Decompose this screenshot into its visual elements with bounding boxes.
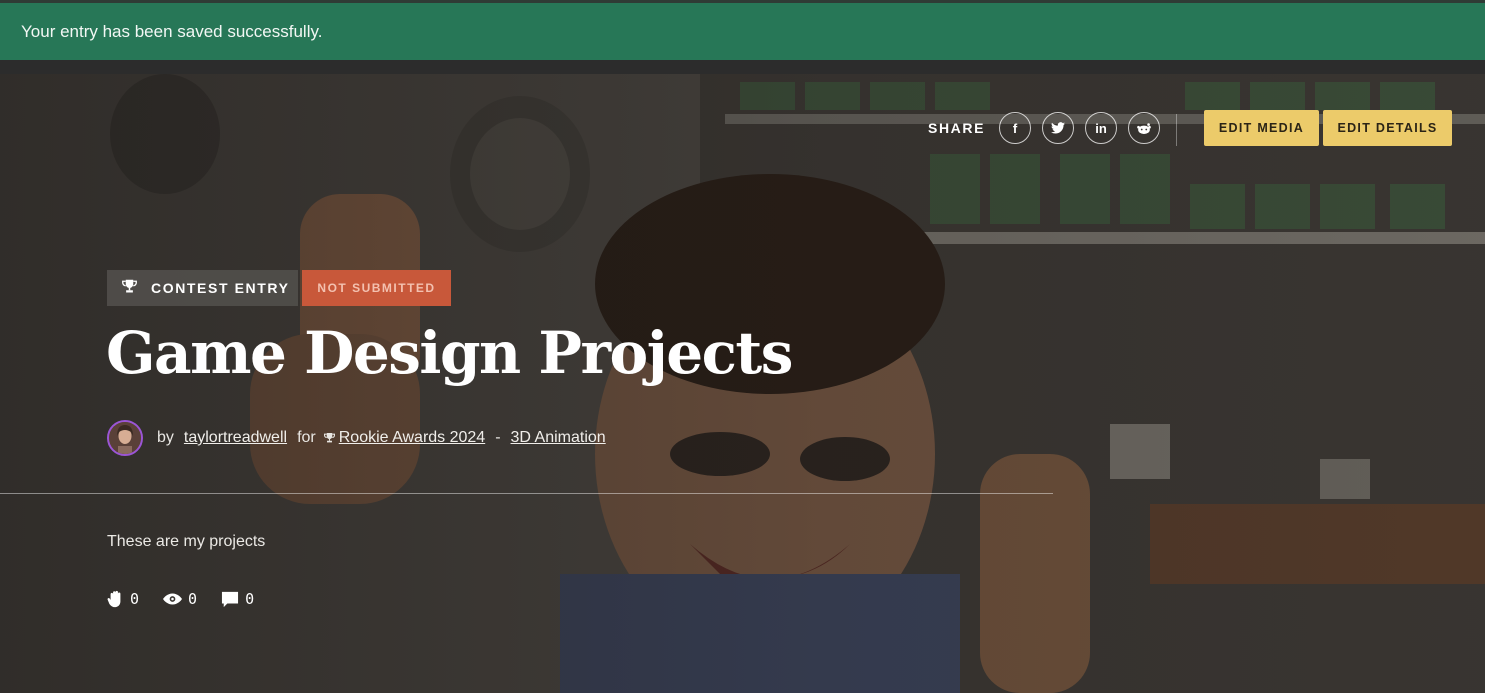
entry-badges: CONTEST ENTRY NOT SUBMITTED: [107, 270, 451, 306]
divider: [0, 493, 1053, 494]
edit-details-button[interactable]: EDIT DETAILS: [1323, 110, 1452, 146]
small-trophy-icon: [323, 432, 335, 444]
comments-count: 0: [245, 590, 255, 608]
flash-gap: [0, 60, 1485, 74]
eye-icon: [163, 593, 183, 605]
contest-link[interactable]: Rookie Awards 2024: [339, 429, 485, 447]
entry-description: These are my projects: [107, 533, 266, 550]
trophy-icon: [122, 279, 137, 298]
hand-icon: [107, 590, 124, 608]
byline-by: by: [157, 429, 174, 446]
views-count: 0: [188, 590, 198, 608]
byline-for: for: [297, 429, 316, 446]
comments-stat[interactable]: 0: [221, 590, 254, 608]
share-bar: SHARE f in: [928, 112, 1171, 144]
edit-media-button[interactable]: EDIT MEDIA: [1204, 110, 1319, 146]
contest-entry-badge: CONTEST ENTRY: [107, 270, 298, 306]
submission-status-badge: NOT SUBMITTED: [302, 270, 451, 306]
page-title: Game Design Projects: [106, 319, 793, 387]
contest-entry-label: CONTEST ENTRY: [151, 280, 290, 296]
success-flash-message: Your entry has been saved successfully.: [0, 3, 1485, 60]
avatar[interactable]: [107, 420, 143, 456]
views-stat: 0: [163, 590, 197, 608]
likes-stat[interactable]: 0: [107, 590, 139, 608]
facebook-icon[interactable]: f: [999, 112, 1032, 144]
share-divider: [1176, 114, 1177, 146]
author-link[interactable]: taylortreadwell: [184, 429, 287, 447]
byline-separator: -: [495, 429, 501, 446]
entry-stats: 0 0 0: [107, 590, 278, 608]
likes-count: 0: [130, 590, 140, 608]
byline: by taylortreadwell for Rookie Awards 202…: [107, 420, 606, 456]
reddit-icon[interactable]: [1128, 112, 1161, 144]
comment-icon: [221, 591, 239, 608]
twitter-icon[interactable]: [1042, 112, 1075, 144]
flash-text: Your entry has been saved successfully.: [21, 21, 323, 41]
share-label: SHARE: [928, 120, 986, 136]
hero-section: SHARE f in EDIT MEDIA EDIT DETAILS CONTE…: [0, 74, 1485, 693]
linkedin-icon[interactable]: in: [1085, 112, 1118, 144]
category-link[interactable]: 3D Animation: [511, 429, 606, 447]
